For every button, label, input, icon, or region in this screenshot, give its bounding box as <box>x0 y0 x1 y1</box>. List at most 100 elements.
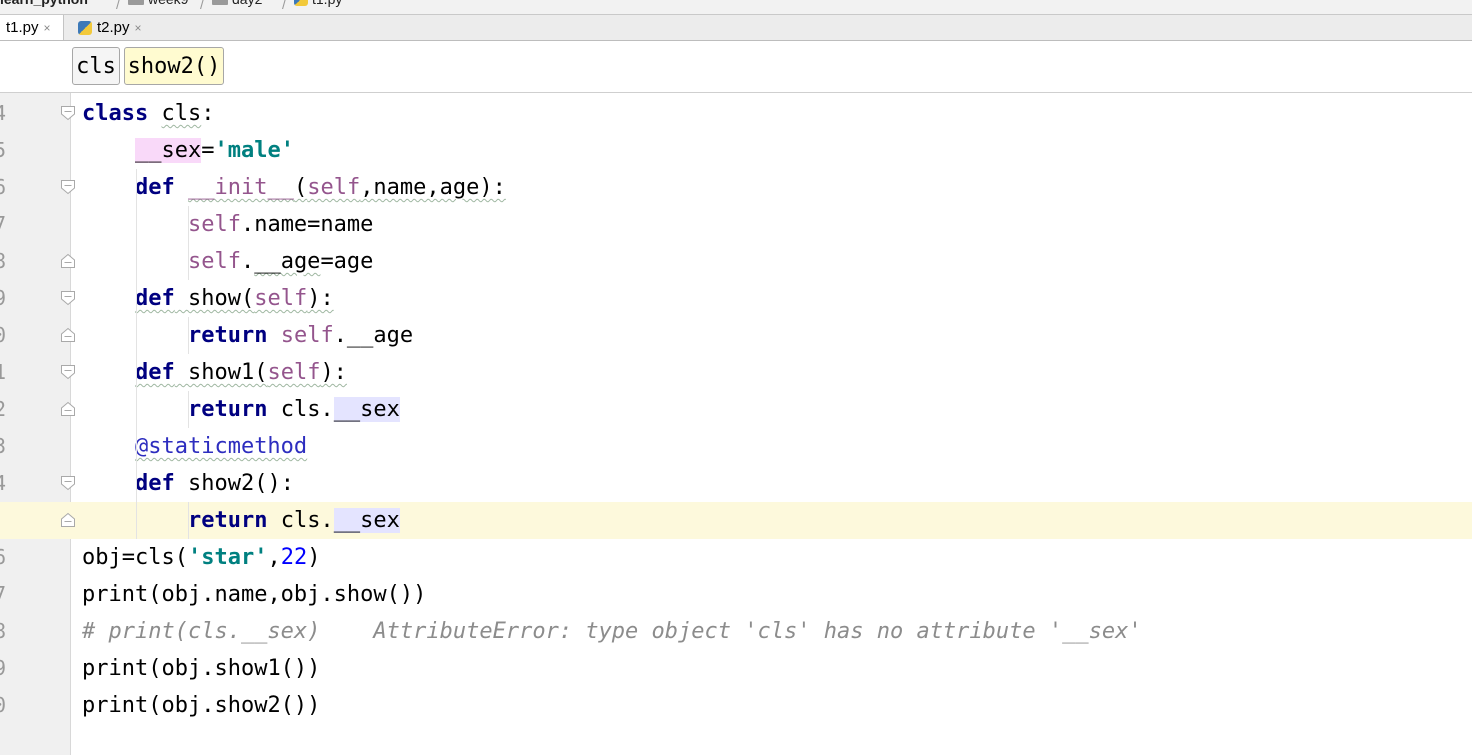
fold-open-icon[interactable] <box>60 364 76 380</box>
code-line[interactable]: self.__age=age <box>0 243 1472 280</box>
code-token: , <box>267 545 281 570</box>
code-token: show( <box>174 286 255 311</box>
code-line[interactable]: class cls: <box>0 95 1472 132</box>
breadcrumb-label: learn_python <box>0 0 88 7</box>
code-token: = <box>201 138 215 163</box>
code-line[interactable]: print(obj.show2()) <box>0 687 1472 724</box>
code-token: # print(cls.__sex) AttributeError: type … <box>82 619 1142 644</box>
current-code-line[interactable]: return cls.__sex <box>0 502 1472 539</box>
code-line[interactable]: self.name=name <box>0 206 1472 243</box>
code-token: self <box>280 323 334 348</box>
code-token: print <box>82 693 149 718</box>
code-line[interactable]: # print(cls.__sex) AttributeError: type … <box>0 613 1472 650</box>
fold-open-icon[interactable] <box>60 475 76 491</box>
code-token: self <box>254 286 308 311</box>
code-line[interactable]: print(obj.show1()) <box>0 650 1472 687</box>
tab-t2-py[interactable]: t2.py × <box>72 15 164 40</box>
code-line[interactable]: def __init__(self,name,age): <box>0 169 1472 206</box>
fold-open-icon[interactable] <box>60 179 76 195</box>
fold-close-icon[interactable] <box>60 512 76 528</box>
code-text: def __init__(self,name,age): <box>82 169 506 206</box>
indent-guide <box>136 169 137 539</box>
code-token: . <box>240 249 255 274</box>
code-editor[interactable]: 45678901234567890 class cls: __sex='male… <box>0 93 1472 755</box>
structure-item-show2[interactable]: show2() <box>124 47 224 85</box>
code-token: return <box>187 323 268 348</box>
code-text: obj=cls('star',22) <box>82 539 320 576</box>
breadcrumb-item[interactable]: week9 <box>128 0 188 7</box>
code-token: __init__ <box>187 175 294 200</box>
code-text: # print(cls.__sex) AttributeError: type … <box>82 613 1142 650</box>
code-line[interactable]: @staticmethod <box>0 428 1472 465</box>
code-token: obj=cls( <box>82 545 188 570</box>
code-text: self.name=name <box>82 206 373 243</box>
code-token: @staticmethod <box>134 434 308 459</box>
code-text: print(obj.show2()) <box>82 687 320 724</box>
code-token: cls. <box>267 397 334 422</box>
code-line[interactable]: def show1(self): <box>0 354 1472 391</box>
code-token: self <box>267 360 321 385</box>
code-text: def show1(self): <box>82 354 347 391</box>
code-token: print <box>82 582 149 607</box>
code-line[interactable]: def show2(): <box>0 465 1472 502</box>
breadcrumb-item[interactable]: learn_python <box>0 0 88 7</box>
code-token: return <box>187 397 268 422</box>
fold-close-icon[interactable] <box>60 401 76 417</box>
tab-label: t2.py <box>97 19 130 36</box>
folder-icon <box>128 0 144 5</box>
code-token: return <box>187 508 268 533</box>
code-token: self <box>187 212 241 237</box>
breadcrumb-item[interactable]: t1.py <box>294 0 342 7</box>
breadcrumb-item[interactable]: day2 <box>212 0 262 7</box>
structure-item-cls[interactable]: cls <box>72 47 120 85</box>
breadcrumb-label: t1.py <box>312 0 342 7</box>
breadcrumb-label: week9 <box>148 0 188 7</box>
code-line[interactable]: def show(self): <box>0 280 1472 317</box>
fold-close-icon[interactable] <box>60 253 76 269</box>
code-token: .name=name <box>240 212 374 237</box>
close-tab-icon[interactable]: × <box>135 21 142 35</box>
tab-label: t1.py <box>6 19 39 36</box>
fold-open-icon[interactable] <box>60 290 76 306</box>
code-token: __sex <box>134 138 202 163</box>
code-token: 22 <box>280 545 308 570</box>
indent-guide <box>188 391 189 428</box>
code-line[interactable]: __sex='male' <box>0 132 1472 169</box>
code-token: __age <box>254 249 321 274</box>
breadcrumb-label: day2 <box>232 0 262 7</box>
code-token: show1( <box>174 360 268 385</box>
tab-t1-py[interactable]: t1.py × <box>0 15 64 40</box>
code-token: def <box>134 175 175 200</box>
code-line[interactable]: return self.__age <box>0 317 1472 354</box>
code-token: ): <box>307 286 334 311</box>
code-text: class cls: <box>82 95 214 132</box>
code-token: ( <box>293 175 308 200</box>
code-text: return cls.__sex <box>82 391 400 428</box>
breadcrumb-separator: / <box>116 0 120 12</box>
code-token: self <box>307 175 361 200</box>
python-file-icon <box>294 0 308 6</box>
code-line[interactable]: return cls.__sex <box>0 391 1472 428</box>
close-tab-icon[interactable]: × <box>44 21 51 35</box>
code-token: 'male' <box>214 138 294 163</box>
fold-close-icon[interactable] <box>60 327 76 343</box>
fold-open-icon[interactable] <box>60 105 76 121</box>
code-token: __sex <box>333 397 400 422</box>
folder-icon <box>212 0 228 5</box>
code-line[interactable]: print(obj.name,obj.show()) <box>0 576 1472 613</box>
code-text: def show(self): <box>82 280 334 317</box>
code-line[interactable]: obj=cls('star',22) <box>0 539 1472 576</box>
code-text: return cls.__sex <box>82 502 400 539</box>
